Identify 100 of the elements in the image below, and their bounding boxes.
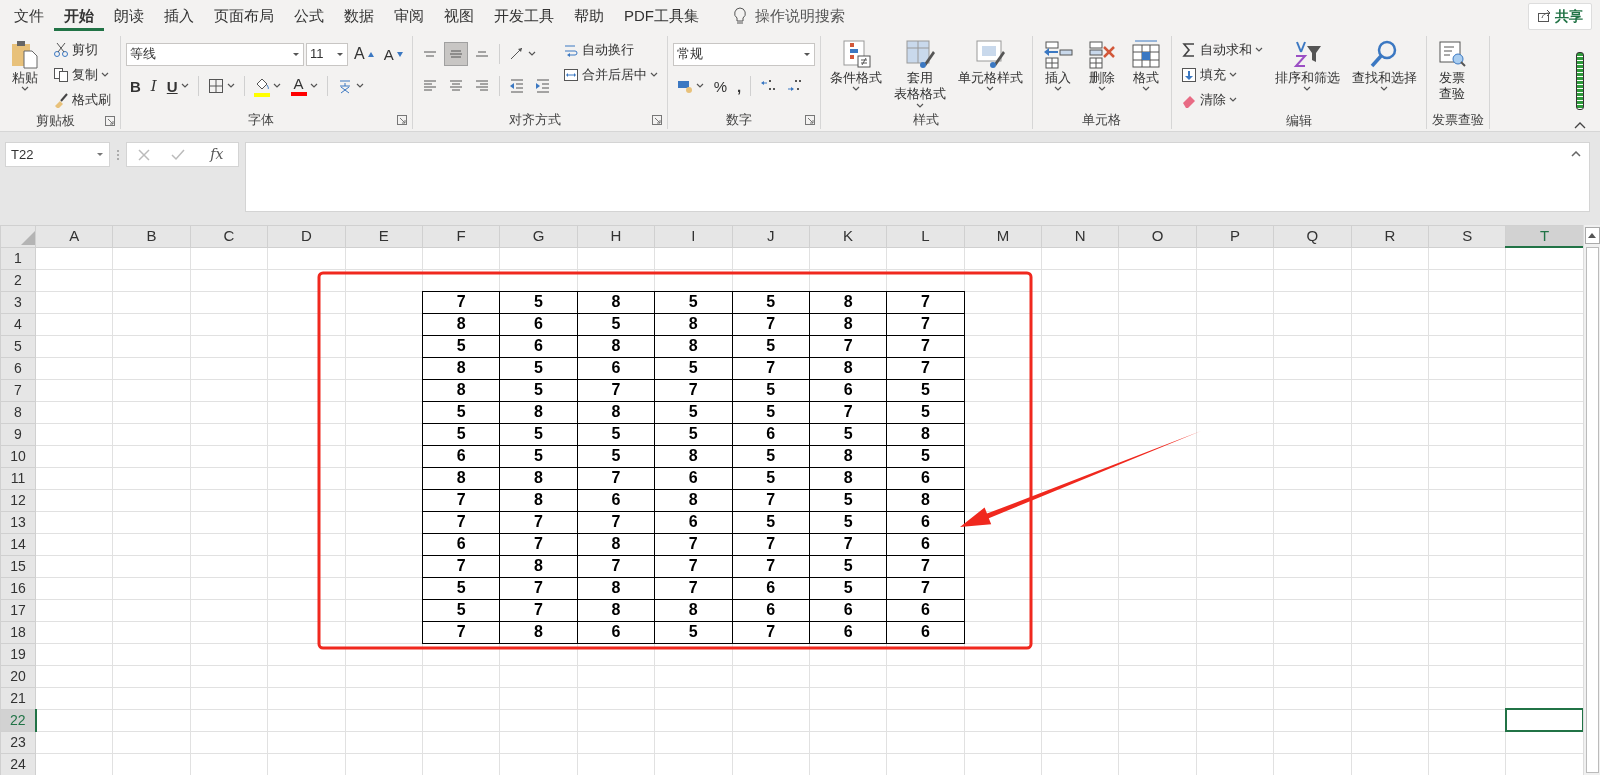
vertical-scrollbar[interactable] — [1583, 225, 1600, 775]
column-header[interactable]: Q — [1273, 225, 1352, 247]
column-header[interactable]: C — [190, 225, 268, 247]
column-header[interactable]: L — [886, 225, 965, 247]
menu-tab[interactable]: 开发工具 — [484, 0, 564, 32]
menu-tab[interactable]: 文件 — [4, 0, 54, 32]
scroll-up-button[interactable] — [1584, 227, 1600, 244]
column-header[interactable]: G — [499, 225, 578, 247]
ribbon-button[interactable]: 清除 — [1176, 88, 1267, 112]
column-header[interactable]: J — [732, 225, 810, 247]
ribbon-button[interactable]: 格式刷 — [49, 88, 115, 112]
scroll-thumb[interactable] — [1585, 247, 1599, 773]
column-header[interactable]: O — [1118, 225, 1197, 247]
ribbon-button[interactable]: 填充 — [1176, 63, 1267, 87]
row-header[interactable]: 6 — [0, 357, 36, 379]
row-header[interactable]: 5 — [0, 335, 36, 357]
dialog-launcher-icon[interactable] — [651, 115, 662, 125]
search-hint[interactable]: 操作说明搜索 — [755, 4, 845, 28]
row-header[interactable]: 1 — [0, 247, 36, 269]
enter-check-icon[interactable] — [170, 148, 185, 161]
row-header[interactable]: 2 — [0, 269, 36, 291]
ribbon-button[interactable]: A — [379, 42, 407, 66]
ribbon-button[interactable]: 套用 表格格式 — [889, 36, 950, 111]
row-header[interactable]: 22 — [0, 709, 36, 731]
ribbon-button[interactable]: 格式 — [1125, 36, 1166, 95]
column-header[interactable]: T — [1505, 225, 1583, 247]
ribbon-button[interactable]: 插入 — [1037, 36, 1078, 95]
menu-tab[interactable]: 公式 — [284, 0, 334, 32]
share-button[interactable]: 共享 — [1528, 2, 1592, 30]
row-header[interactable]: 15 — [0, 555, 36, 577]
menu-tab[interactable]: 开始 — [54, 0, 104, 32]
column-header[interactable]: A — [35, 225, 113, 247]
font-size-field[interactable]: 11 — [306, 42, 348, 66]
ribbon-button[interactable]: A — [350, 42, 378, 66]
ribbon-button[interactable]: B — [126, 74, 145, 98]
row-header[interactable]: 14 — [0, 533, 36, 555]
ribbon-button[interactable]: 删除 — [1081, 36, 1122, 95]
ribbon-button[interactable]: 查找和选择 — [1347, 36, 1421, 95]
row-header[interactable]: 23 — [0, 731, 36, 753]
ribbon-button[interactable]: 单元格样式 — [953, 36, 1027, 95]
row-header[interactable]: 11 — [0, 467, 36, 489]
ribbon-button[interactable]: 粘贴 — [5, 36, 45, 95]
menu-tab[interactable]: 朗读 — [104, 0, 154, 32]
column-header[interactable]: K — [809, 225, 887, 247]
column-header[interactable]: N — [1041, 225, 1119, 247]
ribbon-button[interactable]: 剪切 — [49, 38, 115, 62]
column-header[interactable]: I — [654, 225, 732, 247]
column-header[interactable]: H — [577, 225, 655, 247]
dialog-launcher-icon[interactable] — [804, 115, 815, 125]
ribbon-button[interactable]: 自动换行 — [558, 38, 662, 62]
column-header[interactable]: M — [964, 225, 1042, 247]
row-header[interactable]: 21 — [0, 687, 36, 709]
row-header[interactable]: 13 — [0, 511, 36, 533]
ribbon-button[interactable]: 复制 — [49, 63, 115, 87]
row-header[interactable]: 4 — [0, 313, 36, 335]
row-header[interactable]: 10 — [0, 445, 36, 467]
ribbon-button[interactable]: 条件格式 — [825, 36, 886, 95]
ribbon-button[interactable]: A — [286, 74, 322, 98]
ribbon-button[interactable]: 合并后居中 — [558, 63, 662, 87]
menu-tab[interactable]: PDF工具集 — [614, 0, 709, 32]
column-header[interactable]: E — [345, 225, 423, 247]
lightbulb-icon[interactable] — [733, 7, 747, 25]
row-header[interactable]: 20 — [0, 665, 36, 687]
menu-tab[interactable]: 审阅 — [384, 0, 434, 32]
row-header[interactable]: 12 — [0, 489, 36, 511]
row-header[interactable]: 24 — [0, 753, 36, 775]
column-header[interactable]: R — [1351, 225, 1429, 247]
row-header[interactable]: 7 — [0, 379, 36, 401]
row-header[interactable]: 8 — [0, 401, 36, 423]
row-header[interactable]: 19 — [0, 643, 36, 665]
column-header[interactable]: F — [422, 225, 500, 247]
row-header[interactable]: 16 — [0, 577, 36, 599]
insert-function-button[interactable]: fx — [206, 144, 228, 165]
formula-field[interactable] — [245, 142, 1590, 212]
number-format-field[interactable]: 常规 — [672, 42, 815, 66]
dialog-launcher-icon[interactable] — [396, 115, 407, 125]
active-cell[interactable] — [1505, 709, 1583, 731]
ribbon-button[interactable]: 发票 查验 — [1431, 36, 1472, 105]
font-name-field[interactable]: 等线 — [126, 42, 304, 66]
ribbon-button[interactable]: , — [733, 74, 746, 98]
collapse-ribbon-icon[interactable] — [1574, 121, 1586, 129]
menu-tab[interactable]: 数据 — [334, 0, 384, 32]
menu-tab[interactable]: 视图 — [434, 0, 484, 32]
ribbon-button[interactable]: 自动求和 — [1176, 38, 1267, 62]
ribbon-button[interactable]: U — [162, 74, 193, 98]
row-header[interactable]: 9 — [0, 423, 36, 445]
menu-tab[interactable]: 插入 — [154, 0, 204, 32]
column-header[interactable]: S — [1428, 225, 1506, 247]
menu-tab[interactable]: 页面布局 — [204, 0, 284, 32]
row-header[interactable]: 17 — [0, 599, 36, 621]
ribbon-button[interactable]: 排序和筛选 — [1270, 36, 1344, 95]
row-header[interactable]: 18 — [0, 621, 36, 643]
ribbon-button[interactable]: % — [709, 74, 732, 98]
menu-tab[interactable]: 帮助 — [564, 0, 614, 32]
column-header[interactable]: P — [1196, 225, 1274, 247]
row-header[interactable]: 3 — [0, 291, 36, 313]
expand-icon[interactable] — [1571, 151, 1581, 157]
dialog-launcher-icon[interactable] — [105, 116, 115, 126]
column-header[interactable]: D — [267, 225, 346, 247]
ribbon-button[interactable]: I — [146, 74, 161, 98]
